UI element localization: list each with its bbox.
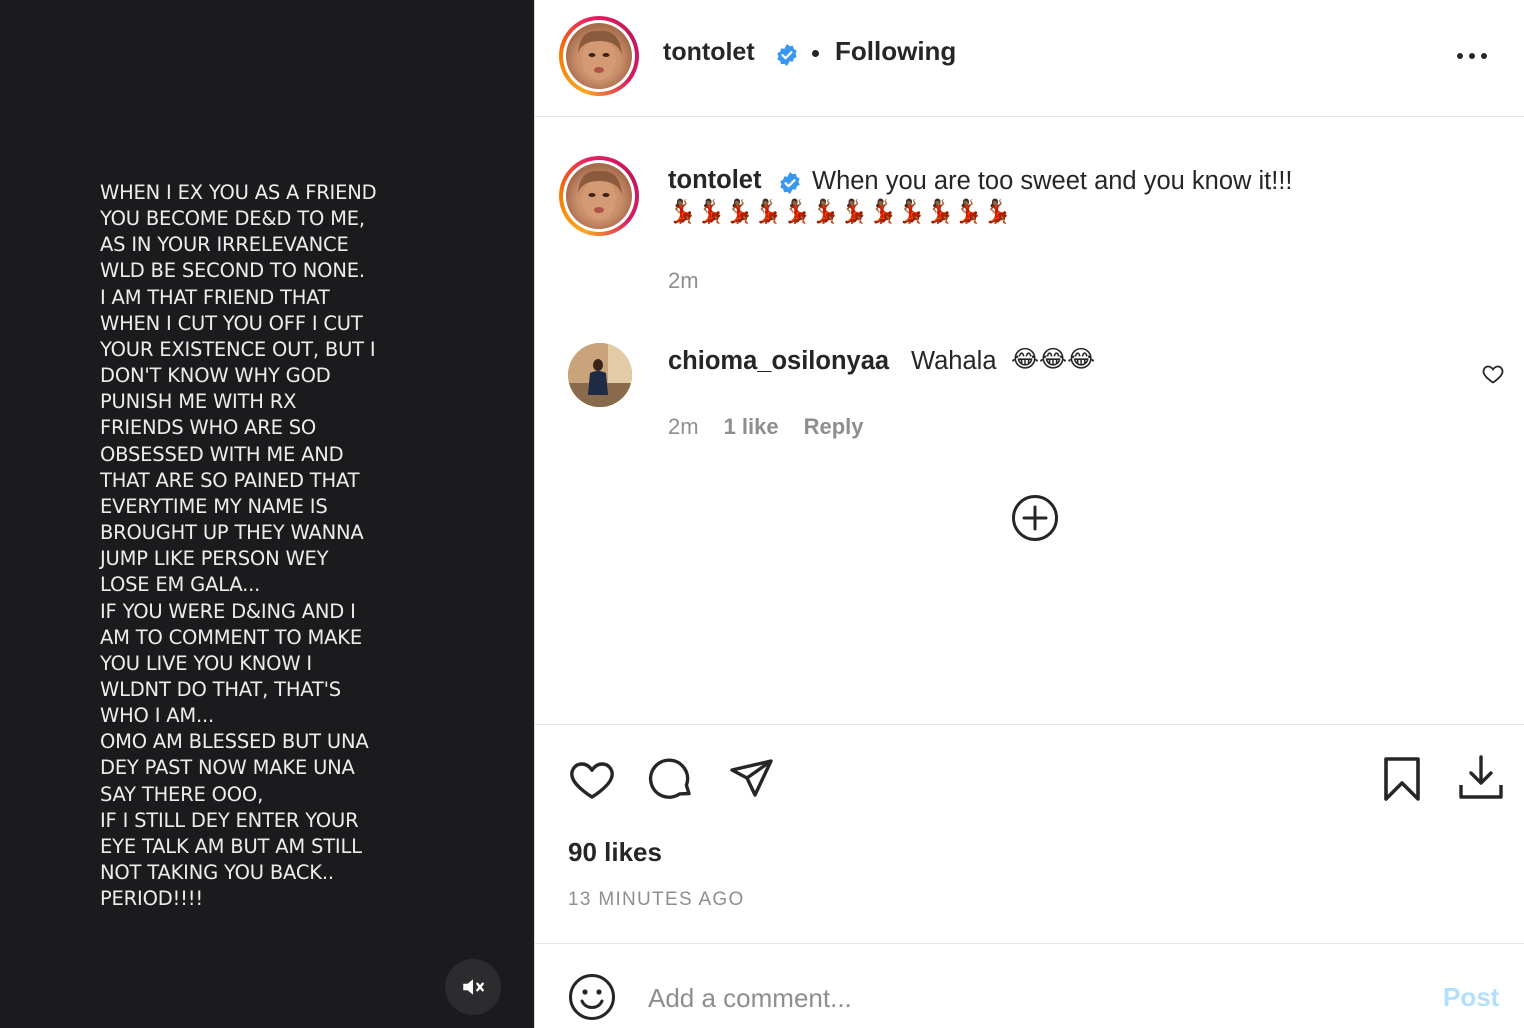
commenter-avatar[interactable]: [568, 343, 632, 407]
comment-composer: Post: [535, 944, 1524, 1028]
verified-badge-icon: [780, 172, 800, 194]
avatar-photo: [578, 170, 622, 220]
comment-bubble-icon[interactable]: [648, 755, 696, 803]
comment-text: Wahala: [911, 347, 997, 375]
comment-input[interactable]: [648, 978, 1408, 1018]
author-username[interactable]: tontolet: [663, 38, 755, 67]
avatar-photo: [568, 343, 632, 407]
comment-username[interactable]: chioma_osilonyaa: [668, 347, 889, 376]
comment-meta: 2m 1 like Reply: [668, 414, 864, 440]
comment-likes[interactable]: 1 like: [724, 414, 779, 440]
comment-emoji: 😂😂😂: [1011, 346, 1096, 373]
load-more-comments-icon[interactable]: [1011, 494, 1059, 542]
post-comment-button[interactable]: Post: [1443, 982, 1499, 1013]
caption-username[interactable]: tontolet: [668, 166, 761, 195]
like-heart-icon[interactable]: [568, 755, 616, 803]
post-actions: 90 likes 13 MINUTES AGO: [535, 724, 1524, 944]
download-icon[interactable]: [1457, 753, 1505, 801]
verified-badge-icon: [777, 44, 797, 66]
post-media[interactable]: WHEN I EX YOU AS A FRIEND YOU BECOME DE&…: [0, 0, 534, 1028]
media-text: WHEN I EX YOU AS A FRIEND YOU BECOME DE&…: [100, 181, 377, 911]
caption-avatar[interactable]: [559, 156, 639, 236]
speaker-muted-icon: [463, 979, 484, 995]
emoji-picker-icon[interactable]: [568, 973, 616, 1021]
avatar-photo: [578, 30, 622, 80]
comment-reply-button[interactable]: Reply: [804, 414, 864, 440]
more-horizontal-icon: [1457, 53, 1463, 59]
comment-like-heart-icon[interactable]: [1481, 362, 1505, 386]
share-send-icon[interactable]: [728, 755, 776, 803]
mute-button[interactable]: [445, 959, 501, 1015]
caption-emoji: 💃🏾💃🏾💃🏾💃🏾💃🏾💃🏾💃🏾💃🏾💃🏾💃🏾💃🏾💃🏾: [668, 198, 1012, 224]
post-header: tontolet Following: [535, 0, 1524, 117]
author-avatar[interactable]: [559, 16, 639, 96]
more-options-button[interactable]: [1457, 46, 1497, 66]
caption-timestamp[interactable]: 2m: [668, 268, 699, 294]
comment-timestamp[interactable]: 2m: [668, 414, 699, 440]
save-bookmark-icon[interactable]: [1378, 755, 1426, 803]
following-button[interactable]: Following: [835, 36, 956, 67]
post-details-panel: tontolet Following tontolet When you are…: [534, 0, 1524, 1028]
post-timestamp: 13 MINUTES AGO: [568, 889, 745, 910]
likes-count[interactable]: 90 likes: [568, 837, 662, 868]
caption-text: When you are too sweet and you know it!!…: [812, 167, 1293, 195]
separator-dot: [812, 50, 819, 57]
